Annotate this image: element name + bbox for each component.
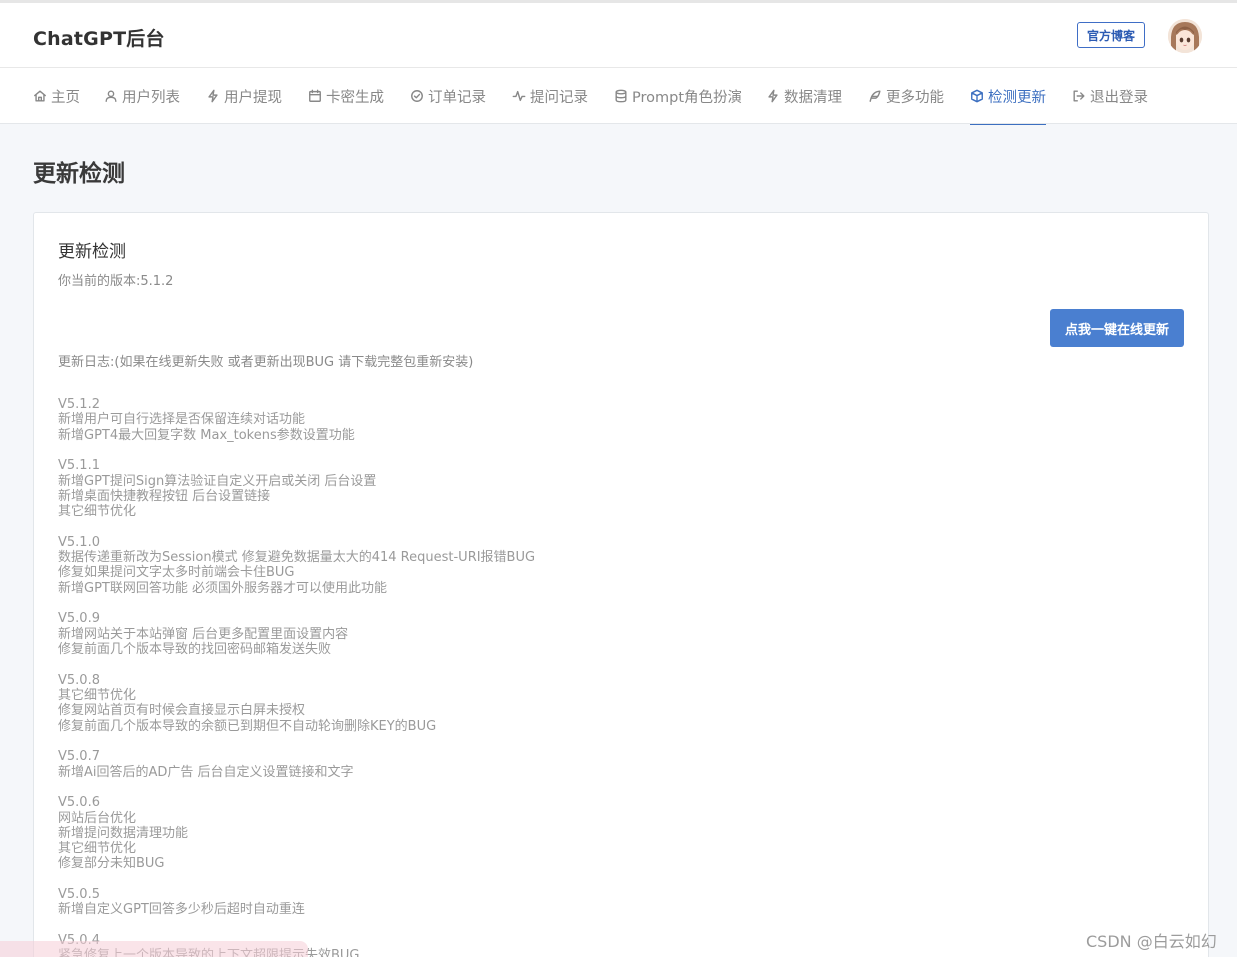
nav-item-label: 更多功能 bbox=[886, 89, 944, 106]
nav-item-orders[interactable]: 订单记录 bbox=[410, 68, 486, 124]
changelog-line: 其它细节优化 bbox=[58, 688, 137, 704]
changelog-line: 网站后台优化 bbox=[58, 810, 137, 826]
changelog-line: 数据传递重新改为Session模式 修复避免数据量太大的414 Request-… bbox=[58, 550, 536, 566]
nav-item-user-list[interactable]: 用户列表 bbox=[104, 68, 180, 124]
database-icon bbox=[615, 89, 627, 103]
changelog-version: V5.0.9 bbox=[58, 611, 100, 627]
changelog-line: 新增自定义GPT回答多少秒后超时自动重连 bbox=[58, 902, 305, 918]
changelog-version: V5.0.7 bbox=[58, 749, 100, 765]
nav-item-label: 数据清理 bbox=[784, 89, 842, 106]
changelog-version: V5.1.0 bbox=[58, 534, 100, 550]
current-version-text: 你当前的版本:5.1.2 bbox=[58, 274, 174, 289]
changelog-line: 新增提问数据清理功能 bbox=[58, 825, 189, 841]
check-circle-icon bbox=[411, 90, 423, 102]
changelog-entry: V5.1.0 数据传递重新改为Session模式 修复避免数据量太大的414 Re… bbox=[58, 535, 958, 596]
changelog-title: 更新日志:(如果在线更新失败 或者更新出现BUG 请下载完整包重新安装) bbox=[58, 355, 474, 370]
changelog-line: 新增GPT4最大回复字数 Max_tokens参数设置功能 bbox=[58, 427, 355, 443]
changelog-entry: V5.0.9 新增网站关于本站弹窗 后台更多配置里面设置内容 修复前面几个版本导致的… bbox=[58, 611, 958, 657]
nav-item-data-clean[interactable]: 数据清理 bbox=[766, 68, 842, 124]
nav-item-more-features[interactable]: 更多功能 bbox=[868, 68, 944, 124]
nav-item-label: 主页 bbox=[51, 89, 80, 106]
changelog-version: V5.0.8 bbox=[58, 672, 100, 688]
changelog-line: 修复如果提问文字太多时前端会卡住BUG bbox=[58, 565, 295, 581]
bottom-overlay-bar bbox=[0, 941, 308, 957]
changelog-entry: V5.0.5 新增自定义GPT回答多少秒后超时自动重连 bbox=[58, 887, 958, 918]
home-icon bbox=[34, 90, 46, 102]
nav-item-label: 用户列表 bbox=[122, 89, 180, 106]
nav-item-label: 订单记录 bbox=[428, 89, 486, 106]
changelog-line: 修复网站首页有时候会直接显示白屏未授权 bbox=[58, 703, 306, 719]
page-title: 更新检测 bbox=[33, 161, 125, 187]
changelog-line: 新增GPT提问Sign算法验证自定义开启或关闭 后台设置 bbox=[58, 473, 377, 489]
calendar-icon bbox=[309, 89, 321, 102]
anime-avatar-icon[interactable] bbox=[1168, 19, 1202, 53]
nav-item-prompt-roles[interactable]: Prompt角色扮演 bbox=[614, 68, 742, 124]
nav-item-questions[interactable]: 提问记录 bbox=[512, 68, 588, 124]
nav-item-label: Prompt角色扮演 bbox=[632, 89, 743, 106]
logout-icon bbox=[1073, 90, 1085, 102]
changelog-entry: V5.0.6 网站后台优化 新增提问数据清理功能 其它细节优化 修复部分未知BUG bbox=[58, 795, 958, 871]
bolt-icon bbox=[768, 89, 778, 103]
nav-item-withdraw[interactable]: 用户提现 bbox=[206, 68, 282, 124]
changelog-line: 新增Ai回答后的AD广告 后台自定义设置链接和文字 bbox=[58, 764, 354, 780]
activity-icon bbox=[512, 90, 526, 102]
changelog-list: V5.1.2 新增用户可自行选择是否保留连续对话功能 新增GPT4最大回复字数 Ma… bbox=[58, 397, 958, 957]
update-card: 更新检测 你当前的版本:5.1.2 点我一键在线更新 更新日志:(如果在线更新失… bbox=[33, 212, 1209, 957]
changelog-line: 修复前面几个版本导致的找回密码邮箱发送失败 bbox=[58, 642, 332, 658]
nav-item-label: 卡密生成 bbox=[326, 89, 384, 106]
changelog-line: 修复部分未知BUG bbox=[58, 856, 165, 872]
changelog-version: V5.1.2 bbox=[58, 397, 100, 412]
one-click-update-button[interactable]: 点我一键在线更新 bbox=[1050, 309, 1184, 347]
nav-item-home[interactable]: 主页 bbox=[33, 68, 80, 124]
app-header: ChatGPT后台 官方博客 bbox=[0, 3, 1237, 68]
box-icon bbox=[971, 89, 983, 103]
csdn-watermark: CSDN @白云如幻 bbox=[1086, 932, 1217, 951]
brand-title[interactable]: ChatGPT后台 bbox=[33, 24, 165, 51]
changelog-version: V5.0.6 bbox=[58, 795, 100, 811]
nav-item-label: 检测更新 bbox=[988, 89, 1046, 106]
nav-item-label: 提问记录 bbox=[530, 89, 588, 106]
changelog-line: 修复前面几个版本导致的余额已到期但不自动轮询删除KEY的BUG bbox=[58, 718, 437, 734]
changelog-entry: V5.0.8 其它细节优化 修复网站首页有时候会直接显示白屏未授权 修复前面几个版本导… bbox=[58, 673, 958, 734]
nav-item-logout[interactable]: 退出登录 bbox=[1072, 68, 1148, 124]
nav-item-label: 退出登录 bbox=[1090, 89, 1148, 106]
changelog-entry: V5.0.7 新增Ai回答后的AD广告 后台自定义设置链接和文字 bbox=[58, 749, 958, 780]
changelog-line: 其它细节优化 bbox=[58, 504, 137, 520]
changelog-line: 新增桌面快捷教程按钮 后台设置链接 bbox=[58, 488, 271, 504]
main-nav: 主页 用户列表 用户提现 卡密生成 订单记录 提问记录 Prompt角色扮演 数… bbox=[0, 68, 1237, 125]
nav-item-check-update[interactable]: 检测更新 bbox=[970, 68, 1046, 125]
official-blog-button[interactable]: 官方博客 bbox=[1077, 22, 1145, 48]
changelog-line: 新增GPT联网回答功能 必须国外服务器才可以使用此功能 bbox=[58, 580, 387, 596]
changelog-entry: V5.1.1 新增GPT提问Sign算法验证自定义开启或关闭 后台设置 新增桌面快捷… bbox=[58, 458, 958, 519]
changelog-entry: V5.1.2 新增用户可自行选择是否保留连续对话功能 新增GPT4最大回复字数 Ma… bbox=[58, 397, 958, 443]
nav-item-label: 用户提现 bbox=[224, 89, 282, 106]
changelog-version: V5.1.1 bbox=[58, 458, 100, 474]
user-icon bbox=[105, 90, 117, 102]
bolt-icon bbox=[208, 89, 218, 103]
feather-icon bbox=[869, 90, 881, 102]
changelog-line: 其它细节优化 bbox=[58, 841, 137, 857]
nav-item-card-generate[interactable]: 卡密生成 bbox=[308, 68, 384, 124]
card-title: 更新检测 bbox=[58, 242, 126, 262]
changelog-line: 新增用户可自行选择是否保留连续对话功能 bbox=[58, 412, 306, 428]
changelog-line: 新增网站关于本站弹窗 后台更多配置里面设置内容 bbox=[58, 626, 349, 642]
changelog-version: V5.0.5 bbox=[58, 887, 100, 903]
